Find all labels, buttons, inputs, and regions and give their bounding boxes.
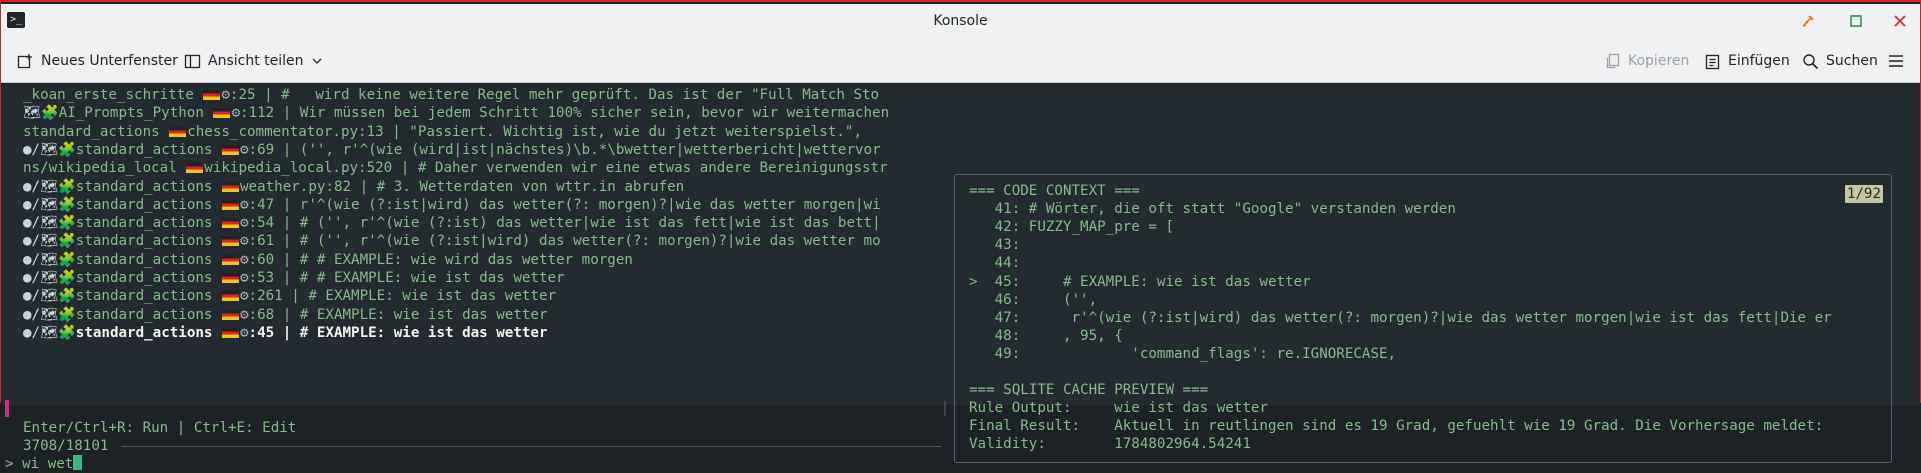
- preview-section-heading: === SQLITE CACHE PREVIEW ===: [969, 382, 1209, 399]
- copy-label: Kopieren: [1628, 53, 1690, 69]
- search-input[interactable]: wi wet: [22, 456, 73, 472]
- konsole-window: >_ Konsole Neues Unterfenster Ansicht te…: [0, 0, 1921, 472]
- result-row[interactable]: ns/wikipedia_local wikipedia_local.py:52…: [23, 159, 941, 177]
- find-button[interactable]: Suchen: [1802, 50, 1878, 72]
- hamburger-menu-icon: [1889, 55, 1903, 67]
- preview-line: 41: # Wörter, die oft statt "Google" ver…: [969, 201, 1456, 218]
- hamburger-menu-button[interactable]: [1887, 50, 1905, 72]
- preview-line: 42: FUZZY_MAP_pre = [: [969, 219, 1174, 236]
- preview-line: 43:: [969, 237, 1021, 254]
- preview-line: 49: 'command_flags': re.IGNORECASE,: [969, 345, 1397, 362]
- maximize-button[interactable]: [1845, 10, 1867, 32]
- preview-line: [969, 363, 1889, 381]
- text-cursor: [73, 455, 83, 470]
- search-icon: [1803, 53, 1819, 69]
- new-tab-button[interactable]: Neues Unterfenster: [17, 50, 178, 72]
- find-label: Suchen: [1826, 53, 1878, 69]
- preview-line: 46: ('',: [969, 291, 1098, 308]
- window-title: Konsole: [933, 13, 988, 29]
- preview-section-heading: === CODE CONTEXT ===: [969, 183, 1140, 199]
- result-row[interactable]: ●/🗺🧩standard_actions ⚙:54 | # ('', r'^(w…: [23, 214, 941, 232]
- preview-line: 44:: [969, 255, 1021, 272]
- split-view-label: Ansicht teilen: [208, 53, 304, 69]
- paste-button[interactable]: Einfügen: [1704, 50, 1790, 72]
- result-row[interactable]: _koan_erste_schritte ⚙:25 | # wird keine…: [23, 86, 941, 104]
- preview-line: Validity: 1784802964.54241: [969, 436, 1251, 453]
- split-view-button[interactable]: Ansicht teilen: [184, 50, 323, 72]
- title-bar[interactable]: >_ Konsole: [1, 4, 1920, 39]
- prompt-symbol: >: [5, 456, 14, 472]
- match-count: 3708/18101: [23, 438, 109, 454]
- result-row[interactable]: ●/🗺🧩standard_actions weather.py:82 | # 3…: [23, 178, 941, 196]
- close-button[interactable]: [1889, 10, 1911, 32]
- toolbar: Neues Unterfenster Ansicht teilen Kopier…: [1, 39, 1920, 83]
- result-row-selected[interactable]: ●/🗺🧩standard_actions ⚙:45 | # EXAMPLE: w…: [23, 324, 941, 342]
- result-row[interactable]: ●/🗺🧩standard_actions ⚙:47 | r'^(wie (?:i…: [23, 196, 941, 214]
- chevron-down-icon[interactable]: [311, 55, 323, 67]
- result-row[interactable]: ●/🗺🧩standard_actions ⚙:68 | # EXAMPLE: w…: [23, 306, 941, 324]
- copy-button[interactable]: Kopieren: [1604, 50, 1689, 72]
- result-row[interactable]: ●/🗺🧩standard_actions ⚙:61 | # ('', r'^(w…: [23, 232, 941, 250]
- preview-line: > 45: # EXAMPLE: wie ist das wetter: [969, 273, 1311, 290]
- result-row[interactable]: ●/🗺🧩standard_actions ⚙:53 | # # EXAMPLE:…: [23, 269, 941, 287]
- preview-line: 47: r'^(wie (?:ist|wird) das wetter(?: m…: [969, 309, 1832, 326]
- paste-label: Einfügen: [1728, 53, 1790, 69]
- split-view-icon: [184, 54, 201, 68]
- result-row[interactable]: ●/🗺🧩standard_actions ⚙:69 | ('', r'^(wie…: [23, 141, 941, 159]
- terminal-area[interactable]: _koan_erste_schritte ⚙:25 | # wird keine…: [1, 84, 1920, 472]
- count-divider: [121, 446, 941, 447]
- result-row[interactable]: ●/🗺🧩standard_actions ⚙:60 | # # EXAMPLE:…: [23, 251, 941, 269]
- preview-scroll-position: 1/92: [1844, 185, 1883, 203]
- result-row[interactable]: ●/🗺🧩standard_actions ⚙:261 | # EXAMPLE: …: [23, 287, 941, 305]
- paste-icon: [1705, 54, 1720, 69]
- keep-above-pin-icon[interactable]: [1797, 10, 1819, 32]
- preview-line: Rule Output: wie ist das wetter: [969, 400, 1268, 417]
- search-prompt[interactable]: > wi wet: [5, 455, 83, 473]
- new-tab-icon: [17, 53, 32, 68]
- copy-icon: [1606, 53, 1620, 68]
- preview-pane[interactable]: === CODE CONTEXT === 41: # Wörter, die o…: [954, 174, 1892, 463]
- keybinding-hint: Enter/Ctrl+R: Run | Ctrl+E: Edit: [23, 420, 297, 436]
- preview-line: Final Result: Aktuell in reutlingen sind…: [969, 418, 1824, 435]
- result-row[interactable]: 🗺🧩AI_Prompts_Python ⚙:112 | Wir müssen b…: [23, 104, 941, 122]
- new-tab-label: Neues Unterfenster: [41, 53, 178, 69]
- preview-line: 48: , 95, {: [969, 327, 1123, 344]
- separator-bar: │: [941, 402, 949, 417]
- result-row[interactable]: standard_actions chess_commentator.py:13…: [23, 123, 941, 141]
